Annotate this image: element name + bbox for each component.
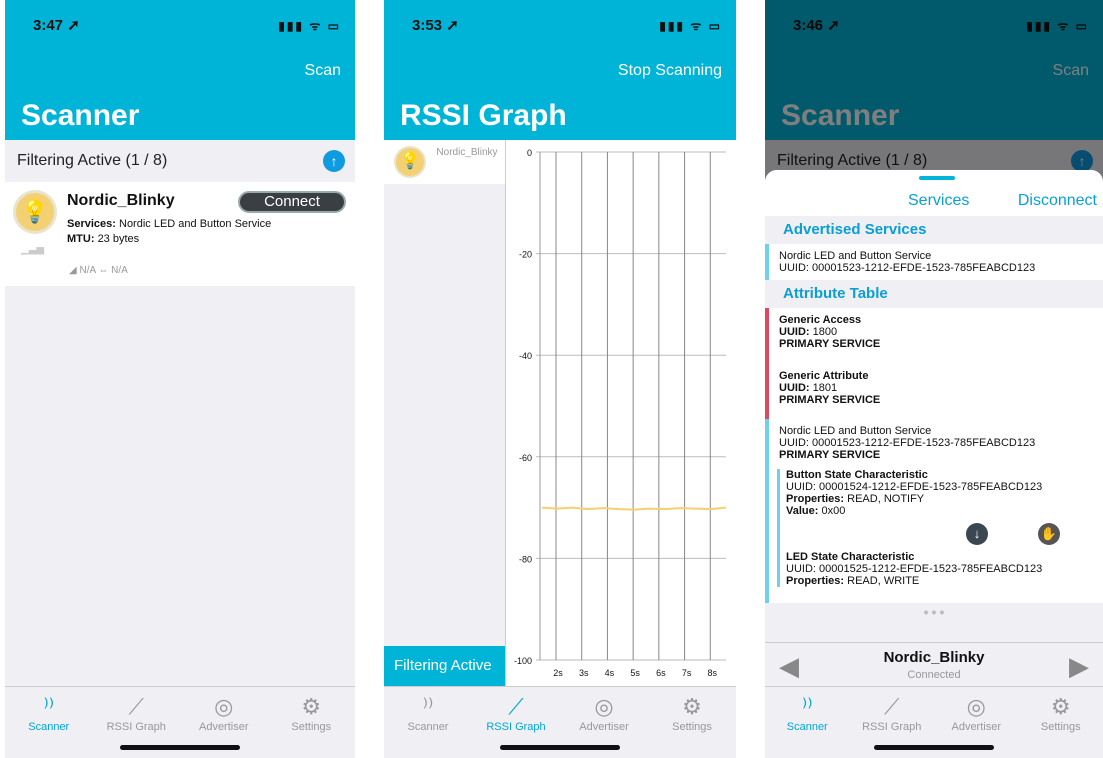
home-indicator (874, 745, 994, 750)
y-tick-label: -100 (514, 656, 532, 666)
mtu-line: MTU: 23 bytes (67, 233, 140, 245)
next-arrow-icon[interactable]: ▶ (1069, 651, 1089, 682)
disconnect-button[interactable]: Disconnect (1018, 192, 1097, 210)
device-bar: ◀ Nordic_Blinky Connected ▶ (765, 642, 1103, 686)
signal-bars-icon: ▁▃▅ (21, 244, 45, 255)
home-indicator (120, 745, 240, 750)
y-tick-label: -80 (519, 554, 532, 564)
notify-icon[interactable]: ✋ (1038, 523, 1060, 545)
page-title: RSSI Graph (400, 99, 567, 132)
tab-settings[interactable]: ⚙ Settings (648, 687, 736, 758)
scan-button[interactable]: Scan (305, 62, 341, 80)
filter-up-icon[interactable]: ↑ (323, 150, 345, 172)
tab-scanner[interactable]: ⁾⁾ Scanner (384, 687, 472, 758)
list-item[interactable]: Generic Access UUID: 1800 PRIMARY SERVIC… (765, 308, 1103, 364)
advertiser-icon: ◎ (214, 694, 234, 719)
page-title: Scanner (21, 99, 140, 132)
status-icons: ▮▮▮ ᯤ ▭ (659, 18, 722, 33)
bulb-icon: 💡 (13, 190, 57, 234)
scanner-icon: ⁾⁾ (422, 694, 434, 719)
device-row[interactable]: 💡 Nordic_Blinky Connect Services: Nordic… (5, 182, 355, 286)
services-line: Services: Nordic LED and Button Service (67, 218, 272, 230)
x-tick-label: 4s (605, 668, 615, 678)
device-name: Nordic_Blinky (883, 649, 985, 666)
sheet-header: Services Disconnect (765, 170, 1103, 216)
y-tick-label: -40 (519, 351, 532, 361)
scanner-screen: 3:47 ➚ ▮▮▮ ᯤ ▭ Scan Scanner Filtering Ac… (5, 0, 355, 758)
list-item[interactable]: 💡 Nordic_Blinky (384, 140, 505, 184)
filter-text: Filtering Active (1 / 8) (17, 152, 168, 169)
status-time: 3:47 ➚ (33, 17, 80, 34)
x-tick-label: 3s (579, 668, 589, 678)
bulb-icon: 💡 (394, 146, 426, 178)
nav-header: 3:47 ➚ ▮▮▮ ᯤ ▭ Scan Scanner (5, 0, 355, 140)
rssi-chart-svg: 0 -20 -40 -60 -80 -100 2s 3s 4s 5s 6s 7s 8s (514, 148, 727, 678)
rssi-graph-screen: 3:53 ➚ ▮▮▮ ᯤ ▭ Stop Scanning RSSI Graph … (384, 0, 736, 758)
filtering-active-button[interactable]: Filtering Active (384, 646, 505, 686)
x-tick-label: 6s (656, 668, 666, 678)
list-item[interactable]: Generic Attribute UUID: 1801 PRIMARY SER… (765, 364, 1103, 419)
page-indicator: ● ● ● (923, 607, 945, 617)
attribute-table-header: Attribute Table (765, 280, 1103, 308)
service-uuid: UUID: 00001523-1212-EFDE-1523-785FEABCD1… (779, 262, 1036, 274)
advertiser-icon: ◎ (966, 694, 986, 719)
signal-na: ◢ N/A ⇔ N/A (69, 265, 128, 276)
status-icons: ▮▮▮ ᯤ ▭ (278, 18, 341, 33)
device-name: Nordic_Blinky (67, 192, 175, 209)
home-indicator (500, 745, 620, 750)
graph-icon: ⟋ (128, 694, 144, 719)
y-tick-label: 0 (527, 148, 532, 158)
graph-icon: ⟋ (884, 694, 900, 719)
tab-scanner[interactable]: ⁾⁾ Scanner (765, 687, 850, 758)
tab-scanner[interactable]: ⁾⁾ Scanner (5, 687, 93, 758)
settings-icon: ⚙ (1050, 694, 1071, 719)
advertised-services-header: Advertised Services (765, 216, 1103, 244)
rssi-series-line (541, 506, 727, 511)
status-time: 3:53 ➚ (412, 17, 459, 34)
device-name: Nordic_Blinky (436, 147, 498, 158)
characteristic-button-state[interactable]: Button State Characteristic UUID: 000015… (777, 469, 1089, 587)
x-tick-label: 8s (708, 668, 718, 678)
services-screen: 3:46 ➚ ▮▮▮ ᯤ ▭ Scan Scanner Filtering Ac… (765, 0, 1103, 758)
stop-scanning-button[interactable]: Stop Scanning (618, 62, 722, 80)
status-bar: 3:53 ➚ ▮▮▮ ᯤ ▭ (384, 0, 736, 50)
advertiser-icon: ◎ (594, 694, 614, 719)
x-tick-label: 5s (630, 668, 640, 678)
y-tick-label: -60 (519, 453, 532, 463)
connect-button[interactable]: Connect (238, 191, 346, 213)
tab-settings[interactable]: ⚙ Settings (1019, 687, 1103, 758)
tab-services[interactable]: Services (908, 192, 969, 210)
service-name: Nordic LED and Button Service (779, 250, 932, 262)
list-item[interactable]: Nordic LED and Button Service UUID: 0000… (765, 419, 1103, 603)
filter-bar: Filtering Active (1 / 8) ↑ (5, 140, 355, 182)
connection-status: Connected (907, 669, 961, 681)
rssi-chart: 0 -20 -40 -60 -80 -100 2s 3s 4s 5s 6s 7s 8s (506, 140, 736, 686)
tab-settings[interactable]: ⚙ Settings (268, 687, 356, 758)
device-list: 💡 Nordic_Blinky Filtering Active (384, 140, 506, 686)
sheet-grabber[interactable] (919, 176, 955, 180)
y-tick-label: -20 (519, 250, 532, 260)
scanner-icon: ⁾⁾ (43, 694, 55, 719)
graph-icon: ⟋ (508, 694, 524, 719)
status-bar: 3:47 ➚ ▮▮▮ ᯤ ▭ (5, 0, 355, 50)
x-tick-label: 2s (553, 668, 563, 678)
advertised-service-row[interactable]: Nordic LED and Button Service UUID: 0000… (765, 244, 1103, 280)
settings-icon: ⚙ (682, 694, 702, 719)
x-tick-label: 7s (682, 668, 692, 678)
read-icon[interactable]: ↓ (966, 523, 988, 545)
scanner-icon: ⁾⁾ (801, 694, 813, 719)
nav-header: 3:53 ➚ ▮▮▮ ᯤ ▭ Stop Scanning RSSI Graph (384, 0, 736, 140)
attribute-list: Generic Access UUID: 1800 PRIMARY SERVIC… (765, 308, 1103, 603)
settings-icon: ⚙ (301, 694, 322, 719)
